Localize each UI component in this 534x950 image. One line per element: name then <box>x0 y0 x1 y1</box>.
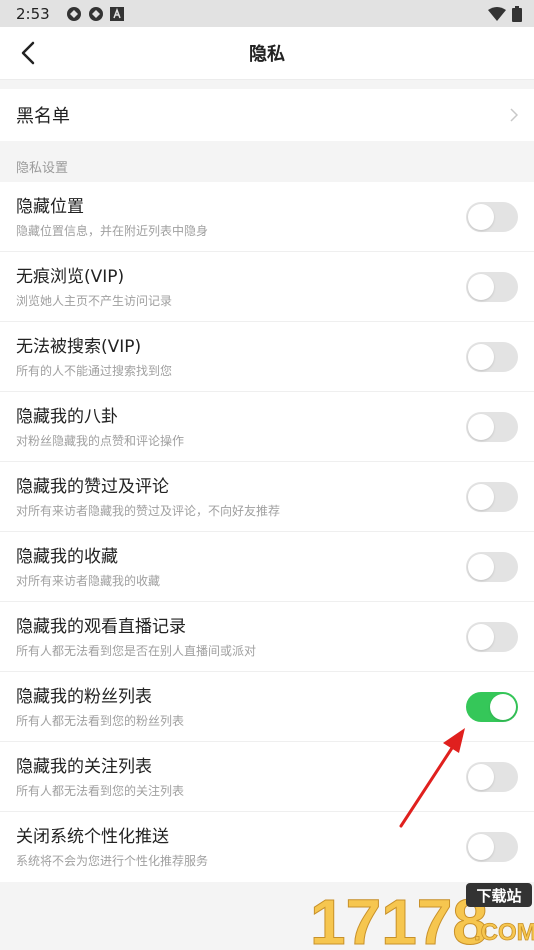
nav-bar: 隐私 <box>0 27 534 80</box>
setting-toggle[interactable] <box>466 761 518 792</box>
toggle-knob <box>468 203 494 230</box>
privacy-settings-list: 隐藏位置隐藏位置信息，并在附近列表中隐身无痕浏览(VIP) 浏览她人主页不产生访问… <box>0 182 534 882</box>
toggle-knob <box>490 693 516 720</box>
watermark-logo: 17178 下载站 .COM <box>304 880 534 950</box>
status-time: 2:53 <box>16 4 50 23</box>
privacy-setting-row: 隐藏我的赞过及评论对所有来访者隐藏我的赞过及评论，不向好友推荐 <box>0 462 534 532</box>
toggle-knob <box>468 483 494 510</box>
a-notification-icon <box>109 6 124 21</box>
setting-title: 隐藏位置 <box>16 196 84 217</box>
setting-subtitle: 对所有来访者隐藏我的赞过及评论，不向好友推荐 <box>16 503 281 518</box>
privacy-setting-row: 隐藏位置隐藏位置信息，并在附近列表中隐身 <box>0 182 534 252</box>
setting-title: 关闭系统个性化推送 <box>16 827 169 847</box>
blacklist-label: 黑名单 <box>16 106 70 127</box>
setting-title: 隐藏我的粉丝列表 <box>16 686 152 707</box>
back-button[interactable] <box>14 39 42 67</box>
setting-toggle[interactable] <box>466 691 518 722</box>
setting-toggle[interactable] <box>466 551 518 582</box>
app-notification-icon <box>66 6 81 21</box>
privacy-setting-row: 无法被搜索(VIP) 所有的人不能通过搜索找到您 <box>0 322 534 392</box>
setting-title: 无法被搜索(VIP) <box>16 336 142 357</box>
setting-title: 无痕浏览(VIP) <box>16 266 125 287</box>
section-title: 隐私设置 <box>16 161 69 176</box>
setting-title: 隐藏我的赞过及评论 <box>16 476 169 497</box>
setting-title: 隐藏我的观看直播记录 <box>16 616 186 637</box>
status-bar: 2:53 <box>0 0 534 27</box>
privacy-setting-row: 隐藏我的关注列表所有人都无法看到您的关注列表 <box>0 742 534 812</box>
app-notification-icon <box>88 6 103 21</box>
back-arrow-icon <box>21 41 35 65</box>
setting-toggle[interactable] <box>466 271 518 302</box>
setting-toggle[interactable] <box>466 201 518 232</box>
toggle-knob <box>468 343 494 370</box>
setting-subtitle: 对粉丝隐藏我的点赞和评论操作 <box>16 433 185 448</box>
setting-subtitle: 所有人都无法看到您是否在别人直播间或派对 <box>16 643 257 658</box>
setting-subtitle: 所有人都无法看到您的关注列表 <box>16 783 185 798</box>
wifi-icon <box>488 6 506 21</box>
setting-subtitle: 隐藏位置信息，并在附近列表中隐身 <box>16 223 209 238</box>
privacy-setting-row: 隐藏我的收藏对所有来访者隐藏我的收藏 <box>0 532 534 602</box>
setting-toggle[interactable] <box>466 341 518 372</box>
watermark-tag: 下载站 <box>476 887 521 905</box>
setting-subtitle: 所有人都无法看到您的粉丝列表 <box>16 713 185 728</box>
setting-subtitle: 所有的人不能通过搜索找到您 <box>16 363 173 378</box>
privacy-setting-row: 隐藏我的粉丝列表所有人都无法看到您的粉丝列表 <box>0 672 534 742</box>
toggle-knob <box>468 834 494 860</box>
watermark-number: 17178 <box>310 886 488 950</box>
setting-toggle[interactable] <box>466 411 518 442</box>
setting-toggle[interactable] <box>466 621 518 652</box>
privacy-setting-row: 无痕浏览(VIP) 浏览她人主页不产生访问记录 <box>0 252 534 322</box>
setting-title: 隐藏我的八卦 <box>16 406 118 427</box>
chevron-right-icon <box>510 108 518 122</box>
watermark-domain: .COM <box>474 919 534 946</box>
setting-subtitle: 系统将不会为您进行个性化推荐服务 <box>16 854 209 868</box>
privacy-setting-row: 隐藏我的八卦对粉丝隐藏我的点赞和评论操作 <box>0 392 534 462</box>
toggle-knob <box>468 553 494 580</box>
privacy-setting-row: 关闭系统个性化推送系统将不会为您进行个性化推荐服务 <box>0 812 534 882</box>
toggle-knob <box>468 623 494 650</box>
setting-title: 隐藏我的关注列表 <box>16 756 152 777</box>
battery-icon <box>512 5 522 22</box>
setting-toggle[interactable] <box>466 481 518 512</box>
toggle-knob <box>468 763 494 790</box>
setting-title: 隐藏我的收藏 <box>16 546 118 567</box>
setting-toggle[interactable] <box>466 832 518 862</box>
setting-subtitle: 浏览她人主页不产生访问记录 <box>16 293 173 308</box>
setting-subtitle: 对所有来访者隐藏我的收藏 <box>16 573 161 588</box>
blacklist-row[interactable]: 黑名单 <box>0 89 534 141</box>
page-title: 隐私 <box>249 44 285 65</box>
toggle-knob <box>468 273 494 300</box>
toggle-knob <box>468 413 494 440</box>
privacy-setting-row: 隐藏我的观看直播记录所有人都无法看到您是否在别人直播间或派对 <box>0 602 534 672</box>
